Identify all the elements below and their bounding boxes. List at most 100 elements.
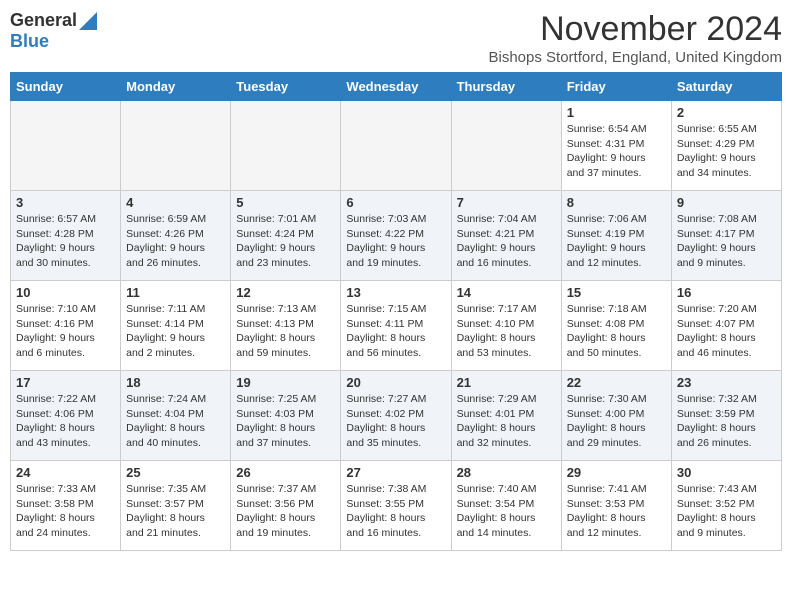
day-info: Sunrise: 7:20 AMSunset: 4:07 PMDaylight:…	[677, 302, 776, 361]
day-number: 26	[236, 465, 335, 480]
day-cell: 9 Sunrise: 7:08 AMSunset: 4:17 PMDaylight…	[671, 191, 781, 281]
day-cell: 1Sunrise: 6:54 AMSunset: 4:31 PMDaylight…	[561, 101, 671, 191]
day-number: 10	[16, 285, 115, 300]
col-thursday: Thursday	[451, 73, 561, 101]
logo: General Blue	[10, 10, 97, 52]
day-number: 7	[457, 195, 556, 210]
day-cell: 12 Sunrise: 7:13 AMSunset: 4:13 PMDayligh…	[231, 281, 341, 371]
day-info: Sunrise: 7:15 AMSunset: 4:11 PMDaylight:…	[346, 302, 445, 361]
week-row-2: 3 Sunrise: 6:57 AMSunset: 4:28 PMDaylight…	[11, 191, 782, 281]
day-cell: 2 Sunrise: 6:55 AMSunset: 4:29 PMDaylight…	[671, 101, 781, 191]
day-info: Sunrise: 7:33 AMSunset: 3:58 PMDaylight:…	[16, 482, 115, 541]
day-number: 12	[236, 285, 335, 300]
day-info: Sunrise: 7:06 AMSunset: 4:19 PMDaylight:…	[567, 212, 666, 271]
day-cell: 24Sunrise: 7:33 AMSunset: 3:58 PMDayligh…	[11, 461, 121, 551]
day-info: Sunrise: 7:30 AMSunset: 4:00 PMDaylight:…	[567, 392, 666, 451]
day-cell: 18Sunrise: 7:24 AMSunset: 4:04 PMDayligh…	[121, 371, 231, 461]
day-info: Sunrise: 7:08 AMSunset: 4:17 PMDaylight:…	[677, 212, 776, 271]
day-cell: 17Sunrise: 7:22 AMSunset: 4:06 PMDayligh…	[11, 371, 121, 461]
day-cell	[341, 101, 451, 191]
day-info: Sunrise: 7:01 AMSunset: 4:24 PMDaylight:…	[236, 212, 335, 271]
day-cell: 8Sunrise: 7:06 AMSunset: 4:19 PMDaylight…	[561, 191, 671, 281]
day-cell	[121, 101, 231, 191]
day-cell: 28 Sunrise: 7:40 AMSunset: 3:54 PMDayligh…	[451, 461, 561, 551]
day-info: Sunrise: 7:25 AMSunset: 4:03 PMDaylight:…	[236, 392, 335, 451]
day-cell: 30 Sunrise: 7:43 AMSunset: 3:52 PMDayligh…	[671, 461, 781, 551]
col-saturday: Saturday	[671, 73, 781, 101]
col-wednesday: Wednesday	[341, 73, 451, 101]
col-sunday: Sunday	[11, 73, 121, 101]
day-number: 4	[126, 195, 225, 210]
col-friday: Friday	[561, 73, 671, 101]
day-info: Sunrise: 7:37 AMSunset: 3:56 PMDaylight:…	[236, 482, 335, 541]
day-number: 23	[677, 375, 776, 390]
day-number: 6	[346, 195, 445, 210]
day-number: 20	[346, 375, 445, 390]
day-info: Sunrise: 7:10 AMSunset: 4:16 PMDaylight:…	[16, 302, 115, 361]
day-info: Sunrise: 7:38 AMSunset: 3:55 PMDaylight:…	[346, 482, 445, 541]
day-number: 5	[236, 195, 335, 210]
day-number: 28	[457, 465, 556, 480]
day-info: Sunrise: 7:35 AMSunset: 3:57 PMDaylight:…	[126, 482, 225, 541]
day-info: Sunrise: 7:43 AMSunset: 3:52 PMDaylight:…	[677, 482, 776, 541]
location-text: Bishops Stortford, England, United Kingd…	[488, 49, 782, 66]
day-cell	[231, 101, 341, 191]
day-number: 22	[567, 375, 666, 390]
day-number: 14	[457, 285, 556, 300]
day-info: Sunrise: 7:03 AMSunset: 4:22 PMDaylight:…	[346, 212, 445, 271]
day-cell: 3 Sunrise: 6:57 AMSunset: 4:28 PMDaylight…	[11, 191, 121, 281]
day-number: 30	[677, 465, 776, 480]
day-info: Sunrise: 7:17 AMSunset: 4:10 PMDaylight:…	[457, 302, 556, 361]
day-info: Sunrise: 7:41 AMSunset: 3:53 PMDaylight:…	[567, 482, 666, 541]
day-cell: 16 Sunrise: 7:20 AMSunset: 4:07 PMDayligh…	[671, 281, 781, 371]
day-info: Sunrise: 7:40 AMSunset: 3:54 PMDaylight:…	[457, 482, 556, 541]
day-info: Sunrise: 7:22 AMSunset: 4:06 PMDaylight:…	[16, 392, 115, 451]
day-number: 3	[16, 195, 115, 210]
day-info: Sunrise: 6:57 AMSunset: 4:28 PMDaylight:…	[16, 212, 115, 271]
day-cell: 11Sunrise: 7:11 AMSunset: 4:14 PMDayligh…	[121, 281, 231, 371]
day-cell: 14 Sunrise: 7:17 AMSunset: 4:10 PMDayligh…	[451, 281, 561, 371]
day-info: Sunrise: 7:27 AMSunset: 4:02 PMDaylight:…	[346, 392, 445, 451]
day-cell: 6 Sunrise: 7:03 AMSunset: 4:22 PMDaylight…	[341, 191, 451, 281]
day-info: Sunrise: 6:59 AMSunset: 4:26 PMDaylight:…	[126, 212, 225, 271]
day-cell: 7Sunrise: 7:04 AMSunset: 4:21 PMDaylight…	[451, 191, 561, 281]
day-cell: 13 Sunrise: 7:15 AMSunset: 4:11 PMDayligh…	[341, 281, 451, 371]
logo-triangle-icon	[79, 12, 97, 30]
day-info: Sunrise: 7:32 AMSunset: 3:59 PMDaylight:…	[677, 392, 776, 451]
day-cell: 27 Sunrise: 7:38 AMSunset: 3:55 PMDayligh…	[341, 461, 451, 551]
day-cell: 20 Sunrise: 7:27 AMSunset: 4:02 PMDayligh…	[341, 371, 451, 461]
day-info: Sunrise: 6:55 AMSunset: 4:29 PMDaylight:…	[677, 122, 776, 181]
day-number: 15	[567, 285, 666, 300]
day-cell	[451, 101, 561, 191]
day-cell: 10 Sunrise: 7:10 AMSunset: 4:16 PMDayligh…	[11, 281, 121, 371]
day-number: 18	[126, 375, 225, 390]
day-number: 9	[677, 195, 776, 210]
day-info: Sunrise: 7:13 AMSunset: 4:13 PMDaylight:…	[236, 302, 335, 361]
day-number: 27	[346, 465, 445, 480]
day-cell	[11, 101, 121, 191]
week-row-4: 17Sunrise: 7:22 AMSunset: 4:06 PMDayligh…	[11, 371, 782, 461]
day-cell: 29 Sunrise: 7:41 AMSunset: 3:53 PMDayligh…	[561, 461, 671, 551]
day-cell: 25Sunrise: 7:35 AMSunset: 3:57 PMDayligh…	[121, 461, 231, 551]
day-cell: 26 Sunrise: 7:37 AMSunset: 3:56 PMDayligh…	[231, 461, 341, 551]
week-row-3: 10 Sunrise: 7:10 AMSunset: 4:16 PMDayligh…	[11, 281, 782, 371]
logo-blue-label: Blue	[10, 31, 49, 51]
day-info: Sunrise: 6:54 AMSunset: 4:31 PMDaylight:…	[567, 122, 666, 181]
day-number: 16	[677, 285, 776, 300]
day-info: Sunrise: 7:11 AMSunset: 4:14 PMDaylight:…	[126, 302, 225, 361]
title-area: November 2024 Bishops Stortford, England…	[488, 10, 782, 66]
day-number: 29	[567, 465, 666, 480]
day-cell: 19 Sunrise: 7:25 AMSunset: 4:03 PMDayligh…	[231, 371, 341, 461]
week-row-1: 1Sunrise: 6:54 AMSunset: 4:31 PMDaylight…	[11, 101, 782, 191]
day-number: 2	[677, 105, 776, 120]
day-number: 13	[346, 285, 445, 300]
day-cell: 15Sunrise: 7:18 AMSunset: 4:08 PMDayligh…	[561, 281, 671, 371]
month-title: November 2024	[488, 10, 782, 49]
day-cell: 23 Sunrise: 7:32 AMSunset: 3:59 PMDayligh…	[671, 371, 781, 461]
col-tuesday: Tuesday	[231, 73, 341, 101]
day-cell: 22 Sunrise: 7:30 AMSunset: 4:00 PMDayligh…	[561, 371, 671, 461]
day-cell: 5 Sunrise: 7:01 AMSunset: 4:24 PMDaylight…	[231, 191, 341, 281]
logo-general-row: General	[10, 10, 97, 31]
day-number: 19	[236, 375, 335, 390]
logo-blue-text: Blue	[10, 31, 97, 52]
